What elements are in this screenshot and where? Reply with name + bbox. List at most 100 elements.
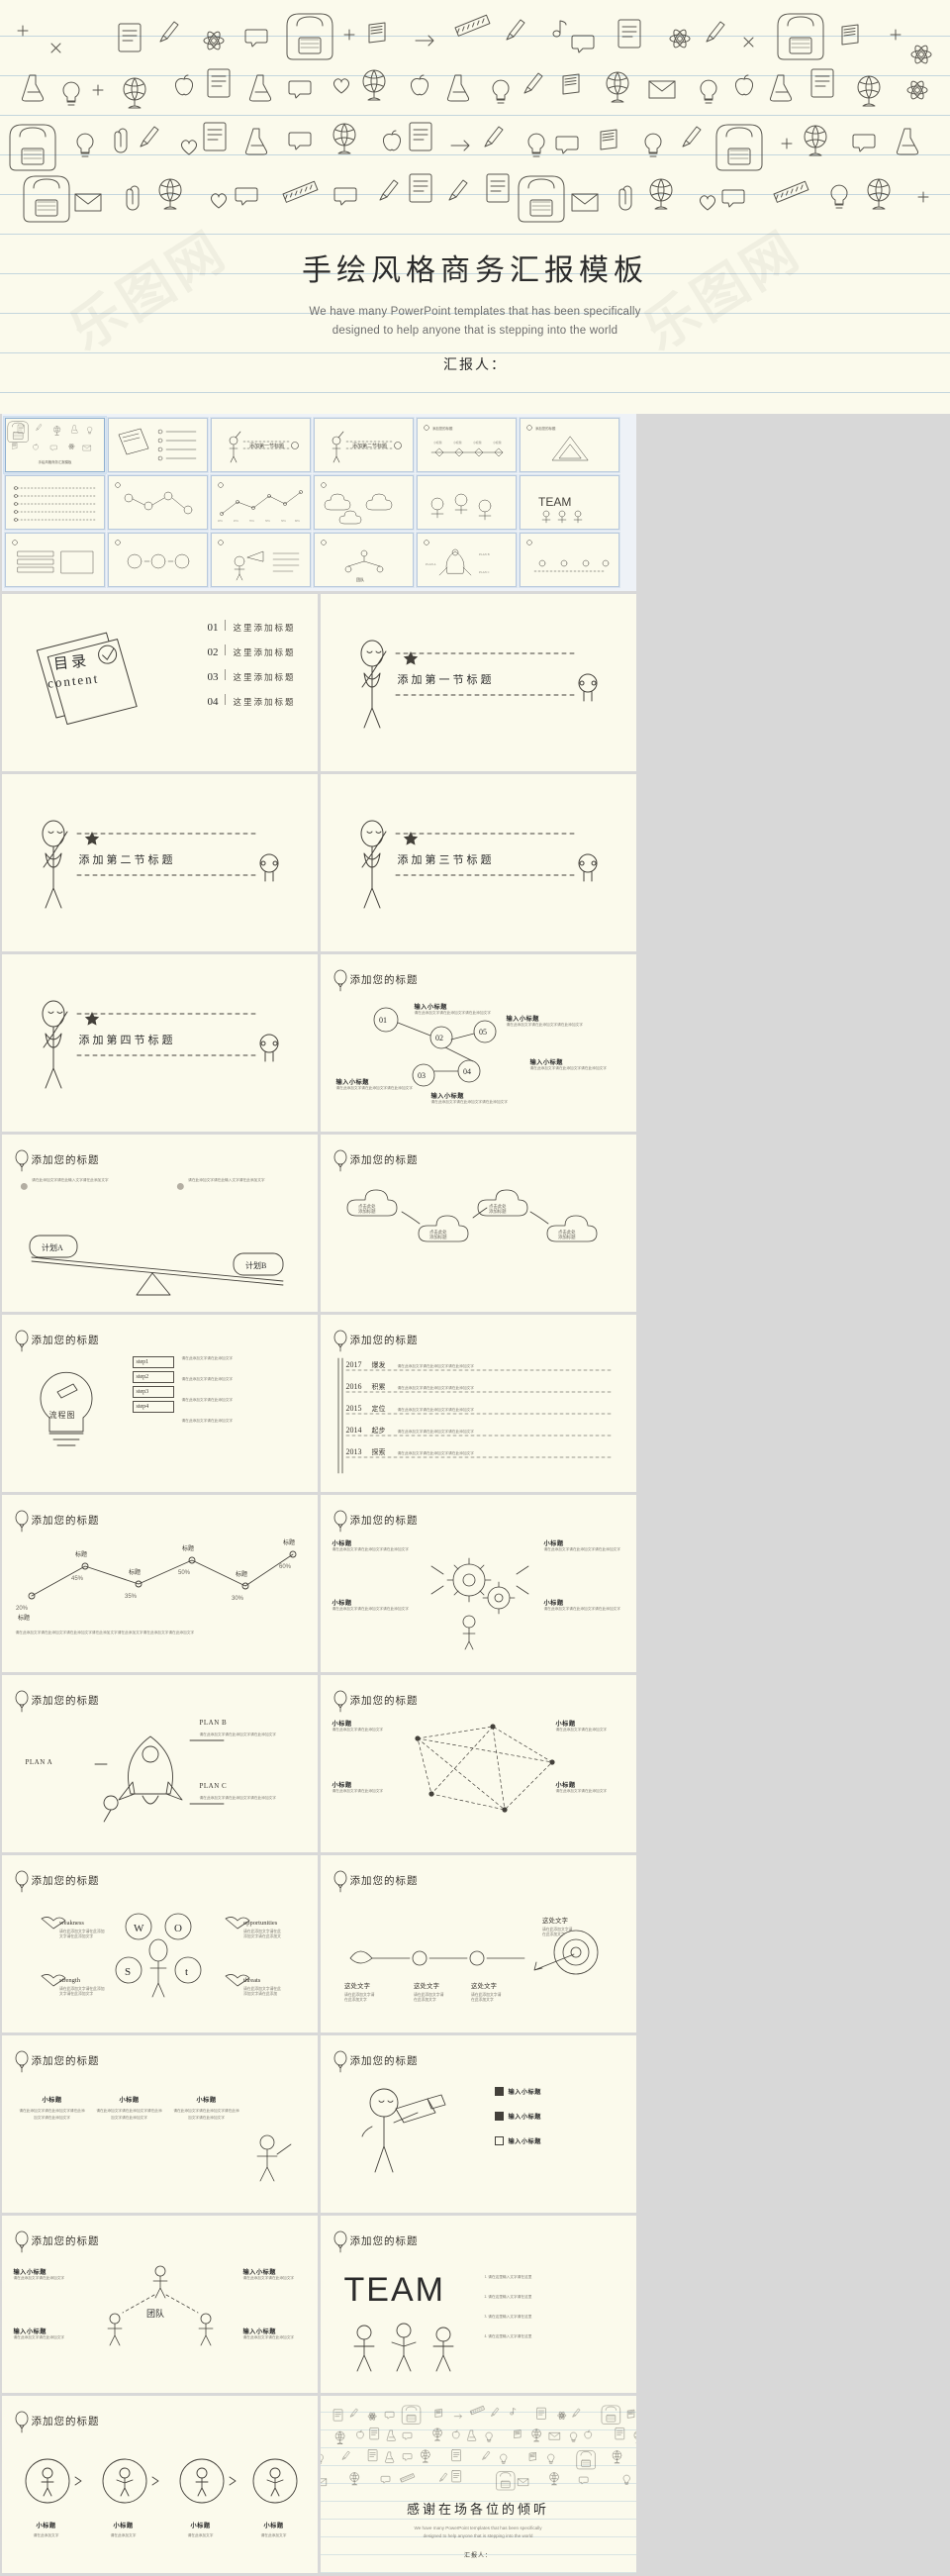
thumbnail-item[interactable]: 手绘风格商务汇报模板 bbox=[4, 416, 106, 473]
telescope-slide[interactable]: 添加您的标题 输入小标题 输入小标题 输入小标题 bbox=[320, 2035, 636, 2213]
team-item-label: 输入小标题 bbox=[13, 2269, 47, 2276]
slide-title: 添加您的标题 bbox=[31, 1876, 100, 1887]
slide-title: 添加您的标题 bbox=[31, 1155, 100, 1166]
seesaw-slide[interactable]: 添加您的标题 ● 请在此添加文字请在此输入文字请在此添加文字 ● 请在此添加文字请在… bbox=[1, 1135, 318, 1312]
svg-text:标题: 标题 bbox=[75, 1550, 87, 1558]
catalog-slide[interactable]: 目录 content 01 这里添加标题 02 这里添加标题 03 这里添加标题 bbox=[1, 594, 318, 771]
team-slide[interactable]: 添加您的标题 团队 输入小标题 请在此添加文字请在此添加文字 输入小标题 请在此… bbox=[1, 2216, 318, 2393]
team-item-tr: 输入小标题 请在此添加文字请在此添加文字 bbox=[243, 2267, 307, 2282]
hero-title-slide[interactable]: 乐图网 乐图网 手绘风格商务汇报模板 We have many PowerPoi… bbox=[0, 0, 950, 414]
svg-text:W: W bbox=[134, 1923, 144, 1934]
node-body: 请在此添加文字请在此添加文字请在此添加文字 bbox=[335, 1086, 413, 1090]
clouds-slide[interactable]: 添加您的标题 点击此处 添加标题 点击此处 添加标题 点击此处 添加标题 点击此处 添加… bbox=[320, 1135, 636, 1312]
slide-title: 添加您的标题 bbox=[31, 1516, 100, 1527]
catalog-list[interactable]: 01 这里添加标题 02 这里添加标题 03 这里添加标题 04 这里添加标题 bbox=[207, 620, 295, 719]
section-slide-2[interactable]: 添加第二节标题 bbox=[1, 774, 318, 951]
timeline-text: 请在此添加文字请在此添加文字请在此添加文字 bbox=[397, 1386, 474, 1390]
thumbnail-item[interactable] bbox=[4, 473, 106, 531]
thumbnail-item[interactable] bbox=[107, 532, 209, 589]
balloon-icon bbox=[15, 1870, 28, 1893]
line-chart-slide[interactable]: 添加您的标题 20% 45% 35% 50% 30% 60% 标题 标题 标题 标题 标题 标题… bbox=[1, 1495, 318, 1672]
section-title: 添加第四节标题 bbox=[78, 1035, 176, 1046]
svg-text:PLAN B: PLAN B bbox=[479, 552, 490, 556]
thumbnail-item[interactable] bbox=[107, 473, 209, 531]
svg-text:05: 05 bbox=[479, 1028, 487, 1037]
gear-heading: 小标题 bbox=[543, 1540, 564, 1547]
gear-body: 请在此添加文字请在此添加文字请在此添加文字 bbox=[543, 1547, 620, 1551]
four-col-slide[interactable]: 添加您的标题 小标题 请在此添加文字请在此添加文字请在此添加文字请在此添加文字 … bbox=[1, 2035, 318, 2213]
thumbnail-item[interactable]: 添加您的标题 小标题 小标题 小标题 小标题 bbox=[416, 416, 518, 473]
process-col-2: 小标题 请在此添加文字 bbox=[93, 2521, 154, 2540]
catalog-item[interactable]: 03 这里添加标题 bbox=[207, 669, 295, 683]
node-chart-slide[interactable]: 添加您的标题 01 02 03 04 05 输入小标题 请在此添加文字请在此添加文字请… bbox=[320, 954, 636, 1132]
thumbnail-item[interactable]: PLAN B PLAN C PLAN A bbox=[416, 532, 518, 589]
thumbnail-wall[interactable]: 手绘风格商务汇报模板 添加第一节标题 添加第二节标题 添加您的标题 小标题 小标… bbox=[2, 414, 636, 591]
four-col-body: 请在此添加文字请在此添加文字请在此添加文字请在此添加文字 bbox=[19, 2109, 85, 2121]
gears-slide[interactable]: 添加您的标题 小标题 请在此添加文字请在此添加文字请在此添加文字 小标题 请在此… bbox=[320, 1495, 636, 1672]
flow-step: step1 bbox=[132, 1356, 174, 1368]
team-item-body: 请在此添加文字请在此添加文字 bbox=[13, 2335, 65, 2339]
team-item-body: 请在此添加文字请在此添加文字 bbox=[242, 2335, 295, 2339]
hero-subtitle-line-2: designed to help anyone that is stepping… bbox=[332, 324, 618, 337]
thumbnail-item[interactable] bbox=[313, 473, 415, 531]
thanks-slide[interactable]: 感谢在场各位的倾听 We have many PowerPoint templa… bbox=[320, 2396, 636, 2573]
thumbnail-item[interactable] bbox=[107, 416, 209, 473]
thumbnail-item[interactable]: 团队 bbox=[313, 532, 415, 589]
timeline-label: 爆发 bbox=[371, 1361, 386, 1369]
thumbnail-item[interactable] bbox=[519, 532, 620, 589]
thumbnail-item[interactable]: 添加第二节标题 bbox=[313, 416, 415, 473]
timeline-text: 请在此添加文字请在此添加文字请在此添加文字 bbox=[397, 1408, 474, 1412]
arrow-target-slide[interactable]: 添加您的标题 这处文字 这处文字 这处文字 这处文字 请在此添加文字请 在此添加文字 请… bbox=[320, 1855, 636, 2032]
svg-text:请在此添加文字请在此: 请在此添加文字请在此 bbox=[243, 1986, 281, 1991]
svg-text:请在此添加文字请在此添加: 请在此添加文字请在此添加 bbox=[59, 1986, 105, 1991]
process4-slide[interactable]: 添加您的标题 小标题 请在此添加文字 小标题 请在此添加文字 小标题 请在此添加… bbox=[1, 2396, 318, 2573]
balloon-icon bbox=[15, 2050, 28, 2073]
team-diagram: 团队 bbox=[107, 2265, 213, 2346]
catalog-badge-cn: 目录 bbox=[51, 653, 90, 673]
thumbnail-item[interactable]: 添加您的标题 bbox=[519, 416, 620, 473]
process-col-1: 小标题 请在此添加文字 bbox=[16, 2521, 77, 2540]
catalog-item[interactable]: 02 这里添加标题 bbox=[207, 644, 295, 658]
thumbnail-item[interactable]: 20% 45% 35% 50% 30% 60% bbox=[210, 473, 312, 531]
thanks-subtitle-line-2: designed to help anyone that is stepping… bbox=[423, 2533, 533, 2539]
network-graph bbox=[414, 1724, 555, 1813]
network-heading: 小标题 bbox=[332, 1721, 352, 1728]
team-word-slide[interactable]: 添加您的标题 TEAM 1. 请在这里输入文字请在这里 2. 请在这里输入文字请… bbox=[320, 2216, 636, 2393]
section-slide-4[interactable]: 添加第四节标题 bbox=[1, 954, 318, 1132]
node-label: 输入小标题 bbox=[529, 1059, 563, 1066]
thumbnail-wall-slide[interactable]: 手绘风格商务汇报模板 添加第一节标题 添加第二节标题 添加您的标题 小标题 小标… bbox=[1, 414, 636, 591]
doodle-header-band bbox=[320, 2405, 636, 2491]
svg-text:标题: 标题 bbox=[182, 1544, 194, 1552]
section-slide-3[interactable]: 添加第三节标题 bbox=[320, 774, 636, 951]
process-col-3: 小标题 请在此添加文字 bbox=[170, 2521, 232, 2540]
timeline-year: 2016 bbox=[345, 1382, 362, 1391]
process-heading: 小标题 bbox=[190, 2523, 211, 2529]
telescope-item-label: 输入小标题 bbox=[508, 2114, 541, 2121]
flow-chart-slide[interactable]: 添加您的标题 流程图 step1 step2 step3 step4 请在此添加… bbox=[1, 1315, 318, 1492]
seesaw-left-text: ● 请在此添加文字请在此输入文字请在此添加文字 bbox=[19, 1178, 109, 1195]
seesaw-left-label: 计划A bbox=[42, 1242, 63, 1252]
thumbnail-item[interactable]: TEAM bbox=[519, 473, 620, 531]
gear-heading: 小标题 bbox=[332, 1540, 352, 1547]
square-bullet-outline-icon bbox=[494, 2136, 504, 2145]
thumbnail-item[interactable]: 添加第一节标题 bbox=[210, 416, 312, 473]
gear-body: 请在此添加文字请在此添加文字请在此添加文字 bbox=[332, 1607, 409, 1611]
rocket-slide[interactable]: 添加您的标题 PLAN B PLAN C PLAN A 请在此添加文字请在此添加… bbox=[1, 1675, 318, 1852]
network-slide[interactable]: 添加您的标题 小标题 请在此添加文字请在此添加文字 小标题 请在此添加文字请在此… bbox=[320, 1675, 636, 1852]
timeline-label: 探索 bbox=[371, 1448, 386, 1456]
catalog-item[interactable]: 04 这里添加标题 bbox=[207, 694, 295, 708]
flow-steps: step1 step2 step3 step4 bbox=[132, 1356, 174, 1413]
flow-step-text: 请在此添加文字请在此添加文字 bbox=[181, 1377, 234, 1381]
thumbnail-item[interactable] bbox=[416, 473, 518, 531]
timeline-year: 2017 bbox=[345, 1360, 362, 1369]
thumbnail-item[interactable] bbox=[4, 532, 106, 589]
slide-title: 添加您的标题 bbox=[349, 1155, 419, 1166]
section-slide-1[interactable]: 添加第一节标题 bbox=[320, 594, 636, 771]
catalog-divider bbox=[225, 669, 227, 680]
flow-step: step3 bbox=[132, 1386, 174, 1398]
swot-slide[interactable]: 添加您的标题 WOSt weakness opportunities stren… bbox=[1, 1855, 318, 2032]
timeline-years-slide[interactable]: 添加您的标题 2017 爆发 请在此添加文字请在此添加文字请在此添加文字 201… bbox=[320, 1315, 636, 1492]
slide-title: 添加您的标题 bbox=[349, 1696, 419, 1707]
thumbnail-item[interactable] bbox=[210, 532, 312, 589]
catalog-item[interactable]: 01 这里添加标题 bbox=[207, 620, 295, 634]
